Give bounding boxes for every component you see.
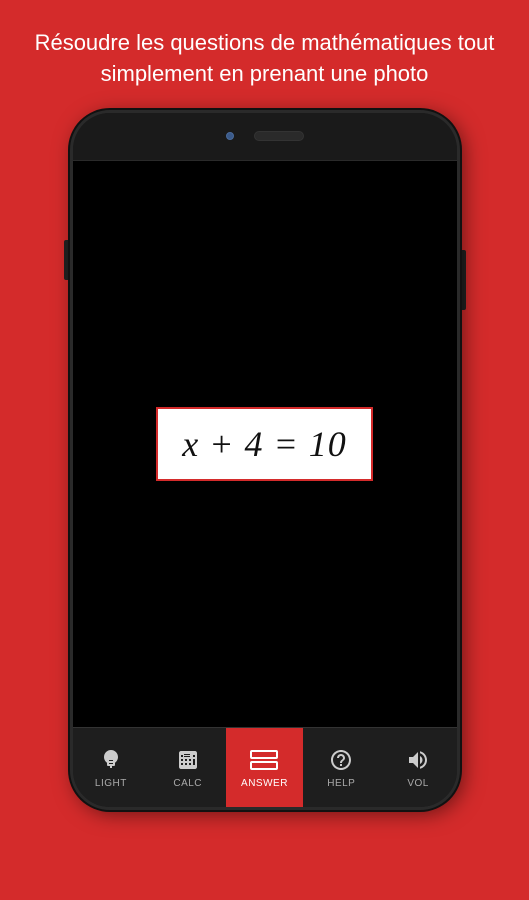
nav-label-light: LIGHT	[95, 778, 127, 789]
vol-icon	[404, 746, 432, 774]
phone-mockup: x + 4 = 10 LIGHT	[70, 110, 460, 810]
nav-item-calc[interactable]: CALC	[149, 728, 226, 807]
equation-display: x + 4 = 10	[182, 423, 347, 465]
phone-right-button	[461, 250, 466, 310]
bulb-icon	[97, 746, 125, 774]
speaker-grill	[254, 131, 304, 141]
nav-label-help: HELP	[327, 778, 355, 789]
phone-left-button	[64, 240, 69, 280]
nav-item-answer[interactable]: ANSWER	[226, 728, 303, 807]
nav-label-calc: CALC	[173, 778, 202, 789]
phone-top-bar	[73, 113, 457, 161]
header-title: Résoudre les questions de mathématiques …	[0, 0, 529, 110]
calc-icon	[174, 746, 202, 774]
nav-item-light[interactable]: LIGHT	[73, 728, 150, 807]
answer-icon	[250, 746, 278, 774]
nav-label-vol: VOL	[407, 778, 429, 789]
nav-label-answer: ANSWER	[241, 778, 288, 789]
phone-screen: x + 4 = 10 LIGHT	[70, 110, 460, 810]
nav-item-help[interactable]: HELP	[303, 728, 380, 807]
camera-dot	[226, 132, 234, 140]
camera-view: x + 4 = 10	[73, 161, 457, 727]
bottom-navigation: LIGHT CALC ANSWER	[73, 727, 457, 807]
equation-frame: x + 4 = 10	[156, 407, 373, 481]
nav-item-vol[interactable]: VOL	[380, 728, 457, 807]
help-icon	[327, 746, 355, 774]
